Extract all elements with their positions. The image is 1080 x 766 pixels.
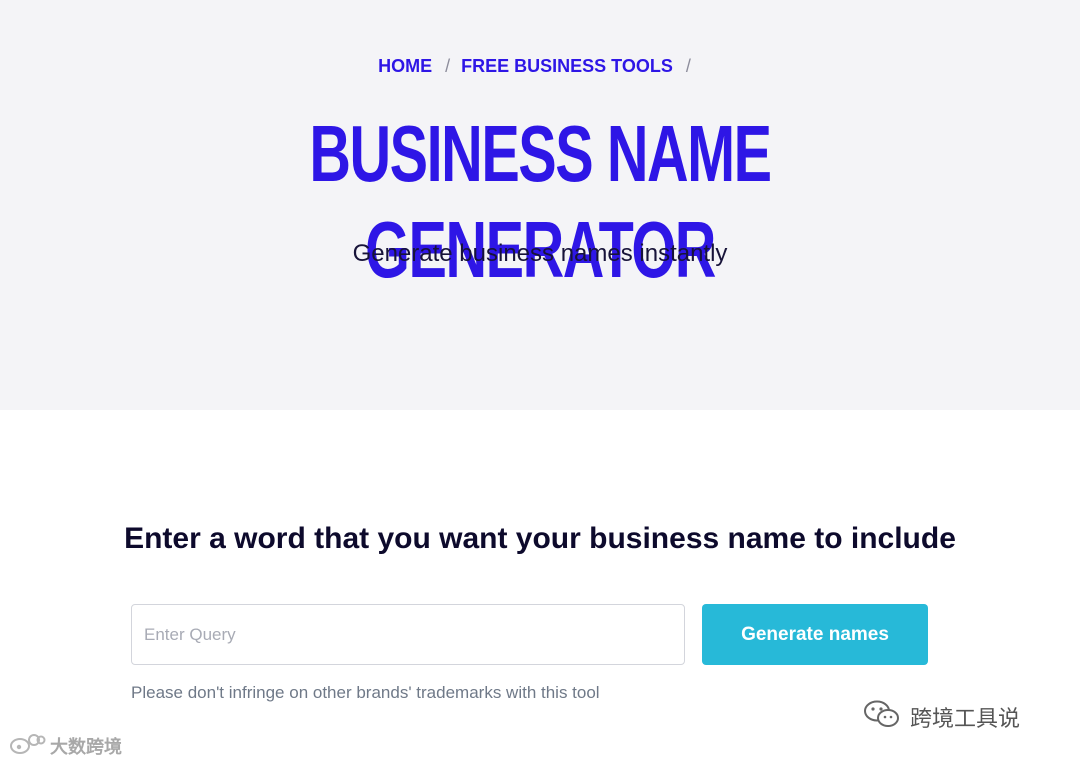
breadcrumb: HOME / FREE BUSINESS TOOLS /	[0, 56, 1080, 77]
wechat-icon	[862, 699, 902, 735]
generate-names-button[interactable]: Generate names	[702, 604, 928, 665]
breadcrumb-separator: /	[685, 56, 691, 76]
page-subtitle: Generate business names instantly	[352, 240, 728, 267]
weibo-watermark-text: 大数跨境	[50, 737, 122, 758]
weibo-icon	[8, 732, 46, 761]
wechat-watermark: 跨境工具说	[862, 700, 1020, 734]
form-heading: Enter a word that you want your business…	[124, 522, 956, 555]
page-title: BUSINESS NAME GENERATOR	[309, 109, 772, 294]
breadcrumb-separator: /	[445, 56, 451, 76]
breadcrumb-home-link[interactable]: HOME	[378, 56, 432, 76]
hero-section: HOME / FREE BUSINESS TOOLS / BUSINESS NAME …	[0, 0, 1080, 410]
breadcrumb-free-business-tools-link[interactable]: FREE BUSINESS TOOLS	[461, 56, 673, 76]
wechat-watermark-text: 跨境工具说	[910, 707, 1021, 732]
weibo-watermark: 大数跨境	[8, 732, 122, 760]
page: HOME / FREE BUSINESS TOOLS / BUSINESS NAME …	[0, 0, 1080, 766]
query-input[interactable]	[131, 604, 685, 665]
trademark-disclaimer: Please don't infringe on other brands' t…	[131, 683, 600, 702]
